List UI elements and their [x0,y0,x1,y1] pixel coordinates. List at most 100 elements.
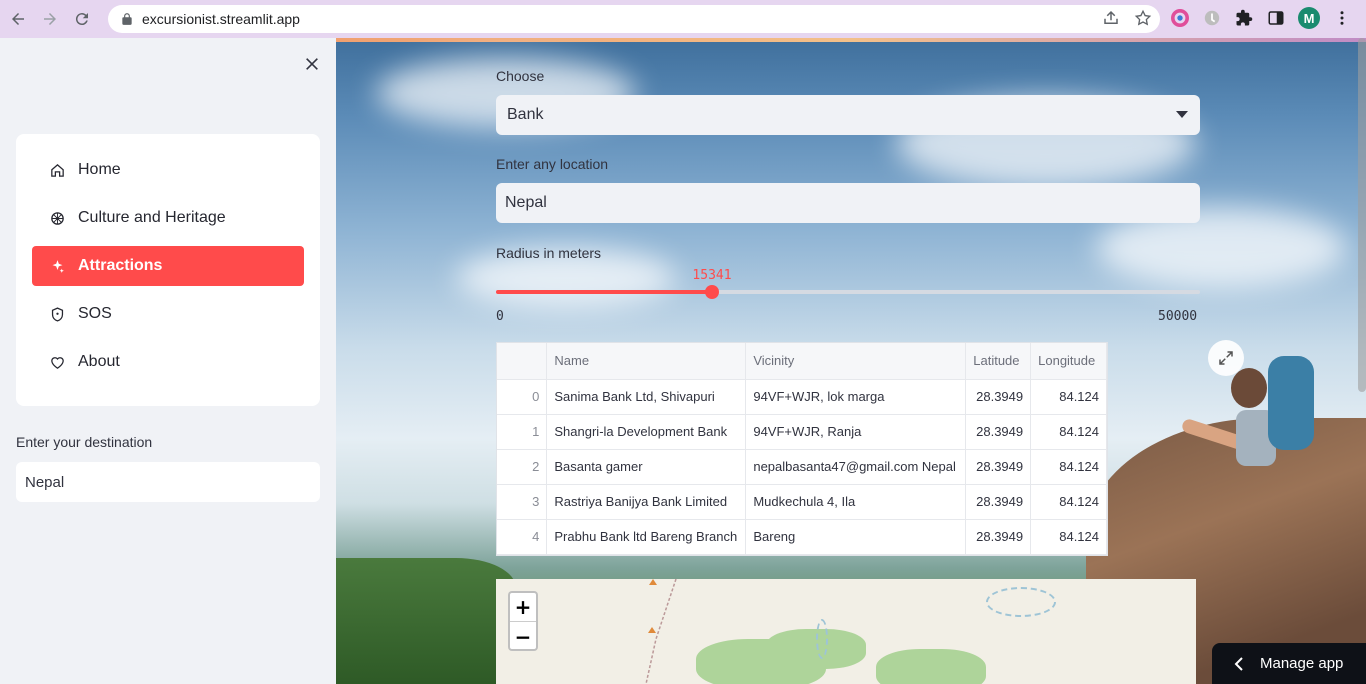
location-input[interactable]: Nepal [496,183,1200,223]
url-text: excursionist.streamlit.app [142,11,300,27]
browser-menu-icon[interactable] [1332,8,1352,28]
shield-icon [48,305,66,323]
color-picker-extension-icon[interactable] [1170,8,1190,28]
menu-item-label: Attractions [78,257,163,274]
longitude-cell[interactable]: 84.124 [1030,414,1107,450]
row-index: 2 [497,449,548,485]
profile-avatar[interactable]: M [1298,7,1320,29]
slider-max: 50000 [1158,309,1198,324]
name-cell[interactable]: Prabhu Bank ltd Bareng Branch [546,519,747,555]
choose-label: Choose [496,68,545,84]
menu-item-culture-and-heritage[interactable]: Culture and Heritage [32,198,304,238]
map-zoom-control: + − [508,591,538,651]
destination-input[interactable]: Nepal [16,462,320,502]
latitude-cell[interactable]: 28.3949 [965,484,1032,520]
decoration-strip [336,38,1366,42]
choose-select[interactable]: Bank [496,95,1200,135]
longitude-cell[interactable]: 84.124 [1030,449,1107,485]
menu-item-attractions[interactable]: Attractions [32,246,304,286]
reload-button[interactable] [68,5,96,33]
lock-icon [122,13,132,25]
name-cell[interactable]: Rastriya Banijya Bank Limited [546,484,747,520]
results-table: Name Vicinity Latitude Longitude 0 Sanim… [496,342,1108,556]
vicinity-cell[interactable]: nepalbasanta47@gmail.com Nepal [745,449,967,485]
scrollbar[interactable] [1358,38,1366,392]
sidebar: Home Culture and Heritage Attractions SO… [0,38,336,684]
longitude-cell[interactable]: 84.124 [1030,519,1107,555]
hiker-backpack [1268,356,1314,450]
table-row[interactable]: 2 Basanta gamer nepalbasanta47@gmail.com… [497,449,1107,485]
main-content: Choose Bank Enter any location Nepal Rad… [336,38,1366,684]
vicinity-cell[interactable]: Mudkechula 4, Ila [745,484,967,520]
arrow-right-icon [44,13,56,25]
latitude-cell[interactable]: 28.3949 [965,414,1032,450]
address-bar[interactable]: excursionist.streamlit.app [108,5,1160,33]
manage-app-button[interactable]: Manage app [1212,643,1366,684]
gray-extension-icon[interactable] [1202,8,1222,28]
menu-item-sos[interactable]: SOS [32,294,304,334]
map-land [876,649,986,684]
menu-item-label: SOS [78,305,112,322]
map-road [645,579,677,684]
longitude-cell[interactable]: 84.124 [1030,484,1107,520]
location-label: Enter any location [496,156,609,172]
back-button[interactable] [4,5,32,33]
forest-background [336,558,516,684]
slider-value: 15341 [692,268,732,283]
row-index: 1 [497,414,548,450]
longitude-header[interactable]: Longitude [1030,343,1107,380]
menu-item-about[interactable]: About [32,342,304,382]
longitude-cell[interactable]: 84.124 [1030,379,1107,415]
map-view[interactable]: + − [496,579,1196,684]
menu-item-home[interactable]: Home [32,150,304,190]
latitude-header[interactable]: Latitude [965,343,1032,380]
house-icon [48,161,66,179]
radius-label: Radius in meters [496,245,602,261]
puzzle-extensions-icon[interactable] [1234,8,1254,28]
reload-icon [75,13,88,26]
radius-slider[interactable]: 15341 [496,268,1200,299]
map-water [986,587,1056,617]
share-icon[interactable] [1102,9,1120,27]
heart-icon [48,353,66,371]
side-panel-icon[interactable] [1266,8,1286,28]
table-row[interactable]: 1 Shangri-la Development Bank 94VF+WJR, … [497,414,1107,450]
zoom-in-button[interactable]: + [510,593,536,622]
arrow-left-icon [12,13,24,25]
destination-label: Enter your destination [16,434,153,450]
hiker-head [1231,368,1267,408]
menu-item-label: Home [78,161,121,178]
index-header[interactable] [497,343,548,380]
vicinity-header[interactable]: Vicinity [745,343,967,380]
table-row[interactable]: 3 Rastriya Banijya Bank Limited Mudkechu… [497,484,1107,520]
close-icon [306,58,318,70]
close-sidebar-button[interactable] [300,52,324,76]
sparkles-icon [48,257,66,275]
bookmark-star-icon[interactable] [1134,9,1152,27]
row-index: 0 [497,379,548,415]
name-header[interactable]: Name [546,343,747,380]
manage-app-label: Manage app [1260,655,1344,672]
name-cell[interactable]: Basanta gamer [546,449,747,485]
vicinity-cell[interactable]: 94VF+WJR, Ranja [745,414,967,450]
slider-fill [496,290,712,294]
table-row[interactable]: 4 Prabhu Bank ltd Bareng Branch Bareng 2… [497,519,1107,555]
row-index: 3 [497,484,548,520]
forward-button[interactable] [36,5,64,33]
latitude-cell[interactable]: 28.3949 [965,519,1032,555]
fullscreen-button[interactable] [1208,340,1244,376]
name-cell[interactable]: Shangri-la Development Bank [546,414,747,450]
vicinity-cell[interactable]: Bareng [745,519,967,555]
navigation-menu: Home Culture and Heritage Attractions SO… [16,134,320,406]
slider-thumb[interactable] [705,285,719,299]
row-index: 4 [497,519,548,555]
name-cell[interactable]: Sanima Bank Ltd, Shivapuri [546,379,747,415]
zoom-out-button[interactable]: − [510,622,536,651]
dharma-wheel-icon [48,209,66,227]
menu-item-label: Culture and Heritage [78,209,226,226]
latitude-cell[interactable]: 28.3949 [965,379,1032,415]
chevron-down-icon [1176,111,1188,118]
table-row[interactable]: 0 Sanima Bank Ltd, Shivapuri 94VF+WJR, l… [497,379,1107,415]
vicinity-cell[interactable]: 94VF+WJR, lok marga [745,379,967,415]
latitude-cell[interactable]: 28.3949 [965,449,1032,485]
